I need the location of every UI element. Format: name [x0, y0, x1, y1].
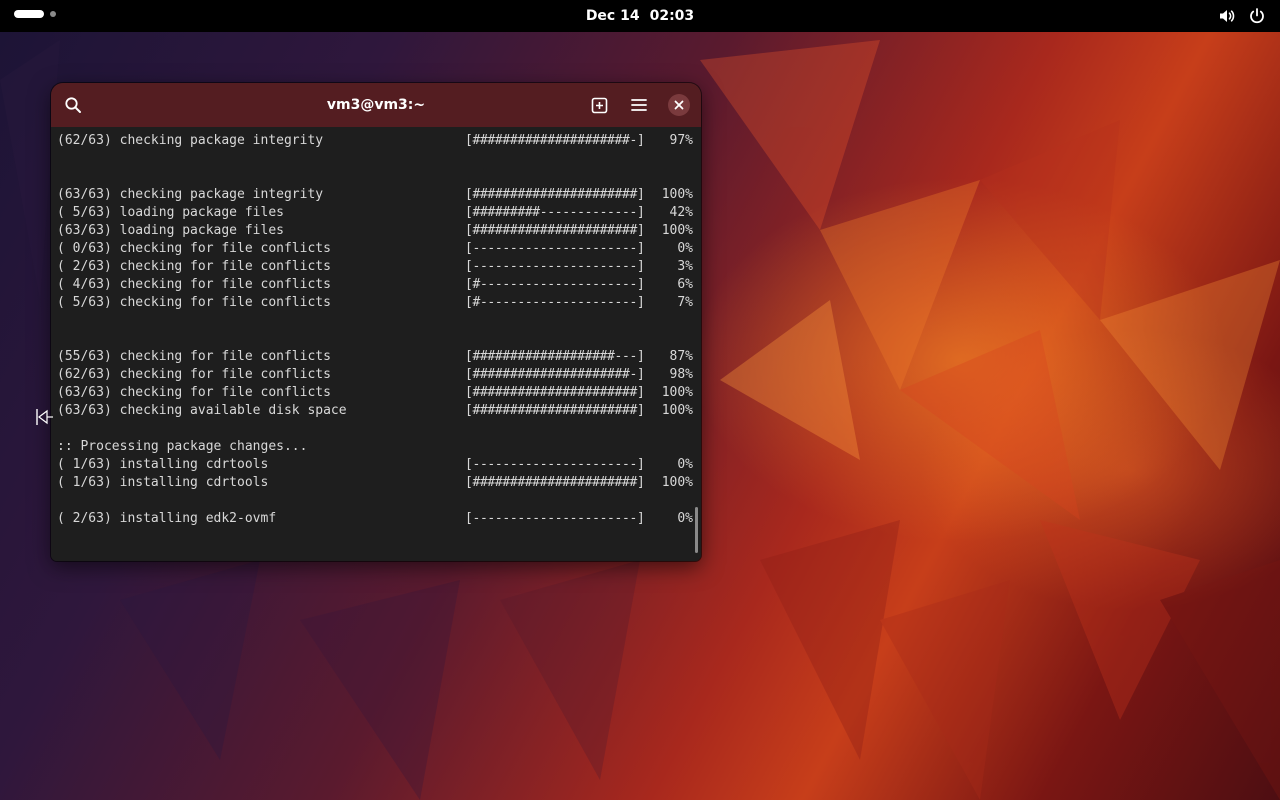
terminal-line-percent: 100%: [661, 403, 693, 418]
terminal-line-progress-bar: [######################]: [465, 385, 645, 400]
mouse-cursor-icon: [36, 409, 53, 425]
terminal-line-message: ( 2/63) installing edk2-ovmf: [57, 511, 277, 526]
terminal-line-percent: 100%: [661, 187, 693, 202]
terminal-line: (63/63) checking for file conflicts [####…: [57, 384, 697, 402]
terminal-output[interactable]: (62/63) checking package integrity [#####…: [51, 127, 701, 561]
volume-icon[interactable]: [1218, 7, 1236, 25]
terminal-line-percent: 3%: [677, 259, 693, 274]
terminal-line: (55/63) checking for file conflicts [####…: [57, 348, 697, 366]
terminal-line-message: :: Processing package changes...: [57, 439, 308, 454]
terminal-line-message: (63/63) checking for file conflicts: [57, 385, 331, 400]
terminal-line-percent: 0%: [677, 241, 693, 256]
terminal-line-percent: 98%: [669, 367, 693, 382]
terminal-line-message: ( 5/63) checking for file conflicts: [57, 295, 331, 310]
new-tab-button[interactable]: [585, 91, 613, 119]
terminal-line-progress-bar: [----------------------]: [465, 241, 645, 256]
terminal-line-message: (63/63) checking available disk space: [57, 403, 347, 418]
terminal-line: ( 2/63) checking for file conflicts [----…: [57, 258, 697, 276]
terminal-line-progress-bar: [######################]: [465, 475, 645, 490]
power-icon[interactable]: [1248, 7, 1266, 25]
new-tab-icon: [591, 97, 607, 113]
terminal-line-message: ( 1/63) installing cdrtools: [57, 475, 269, 490]
terminal-line-percent: 97%: [669, 133, 693, 148]
terminal-line-percent: 100%: [661, 475, 693, 490]
terminal-line: ( 2/63) installing edk2-ovmf [-----------…: [57, 510, 697, 528]
terminal-line-message: (63/63) checking package integrity: [57, 187, 324, 202]
terminal-line-message: ( 2/63) checking for file conflicts: [57, 259, 331, 274]
terminal-line-progress-bar: [#####################-]: [465, 367, 645, 382]
main-menu-button[interactable]: [625, 91, 653, 119]
terminal-line-percent: 0%: [677, 511, 693, 526]
terminal-line: ( 4/63) checking for file conflicts [#---…: [57, 276, 697, 294]
terminal-line-message: ( 4/63) checking for file conflicts: [57, 277, 331, 292]
terminal-line-progress-bar: [#---------------------]: [465, 277, 645, 292]
close-icon: [674, 100, 684, 110]
terminal-line-progress-bar: [----------------------]: [465, 511, 645, 526]
terminal-line-message: ( 1/63) installing cdrtools: [57, 457, 269, 472]
terminal-line-message: ( 5/63) loading package files: [57, 205, 284, 220]
terminal-line-progress-bar: [#####################-]: [465, 133, 645, 148]
clock-time: 02:03: [649, 8, 695, 24]
terminal-line: ( 1/63) installing cdrtools [############…: [57, 474, 697, 492]
terminal-line-progress-bar: [######################]: [465, 223, 645, 238]
terminal-line: ( 1/63) installing cdrtools [------------…: [57, 456, 697, 474]
window-headerbar[interactable]: vm3@vm3:~: [51, 83, 701, 127]
terminal-line: (62/63) checking package integrity [#####…: [57, 132, 697, 150]
terminal-line-progress-bar: [#---------------------]: [465, 295, 645, 310]
terminal-line-percent: 0%: [677, 457, 693, 472]
terminal-line-message: (63/63) loading package files: [57, 223, 284, 238]
system-tray[interactable]: [1218, 7, 1266, 25]
terminal-line: ( 5/63) checking for file conflicts [#---…: [57, 294, 697, 312]
terminal-line-progress-bar: [######################]: [465, 187, 645, 202]
close-button[interactable]: [665, 91, 693, 119]
terminal-line-percent: 87%: [669, 349, 693, 364]
close-button-circle: [668, 94, 690, 116]
terminal-line-progress-bar: [----------------------]: [465, 259, 645, 274]
terminal-line-message: (55/63) checking for file conflicts: [57, 349, 331, 364]
terminal-line-percent: 100%: [661, 223, 693, 238]
terminal-line: ( 0/63) checking for file conflicts [----…: [57, 240, 697, 258]
top-bar: Dec 14 02:03: [0, 0, 1280, 32]
terminal-line-progress-bar: [#########-------------]: [465, 205, 645, 220]
terminal-line-percent: 100%: [661, 385, 693, 400]
terminal-line: :: Processing package changes...: [57, 438, 697, 456]
terminal-line-percent: 42%: [669, 205, 693, 220]
terminal-line: (62/63) checking for file conflicts [####…: [57, 366, 697, 384]
terminal-line: ( 5/63) loading package files [#########-…: [57, 204, 697, 222]
terminal-line-progress-bar: [----------------------]: [465, 457, 645, 472]
terminal-line-message: (62/63) checking package integrity: [57, 133, 324, 148]
terminal-window[interactable]: vm3@vm3:~ (62/63) checking package integ…: [51, 83, 701, 561]
clock-date: Dec 14: [585, 8, 640, 24]
terminal-line-progress-bar: [######################]: [465, 403, 645, 418]
terminal-line: (63/63) checking available disk space [##…: [57, 402, 697, 420]
terminal-line-percent: 7%: [677, 295, 693, 310]
terminal-line: (63/63) loading package files [##########…: [57, 222, 697, 240]
terminal-line: (63/63) checking package integrity [#####…: [57, 186, 697, 204]
clock[interactable]: Dec 14 02:03: [0, 0, 1280, 32]
terminal-line-message: (62/63) checking for file conflicts: [57, 367, 331, 382]
terminal-line-progress-bar: [###################---]: [465, 349, 645, 364]
terminal-line-message: ( 0/63) checking for file conflicts: [57, 241, 331, 256]
terminal-line-percent: 6%: [677, 277, 693, 292]
menu-icon: [631, 99, 647, 111]
